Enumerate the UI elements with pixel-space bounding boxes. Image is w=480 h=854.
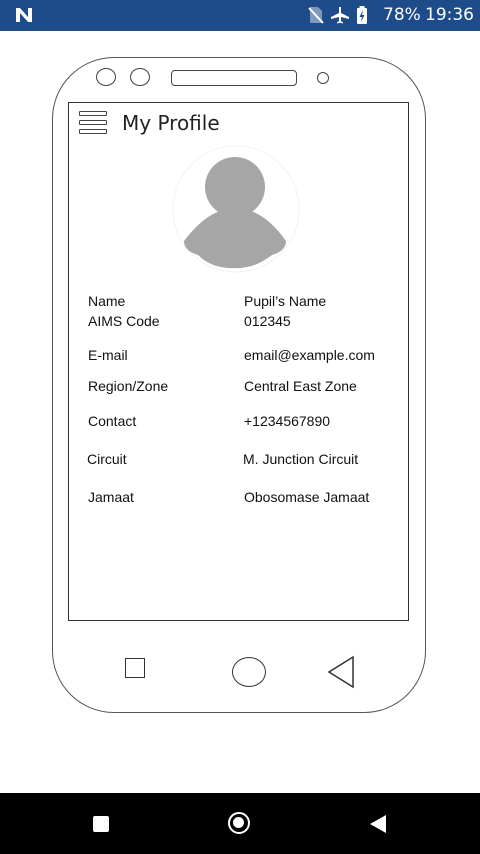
airplane-mode-icon xyxy=(331,7,349,24)
circuit-value: M. Junction Circuit xyxy=(243,451,359,467)
camera-icon xyxy=(130,68,150,86)
jamaat-label: Jamaat xyxy=(88,489,134,505)
email-value: email@example.com xyxy=(244,347,375,363)
aims-code-label: AIMS Code xyxy=(88,313,160,329)
system-navigation-bar xyxy=(0,793,480,854)
clock: 19:36 xyxy=(425,5,474,25)
mockup-home-icon xyxy=(232,657,266,687)
home-button-icon[interactable] xyxy=(228,812,250,834)
jamaat-value: Obosomase Jamaat xyxy=(244,489,370,505)
circuit-label: Circuit xyxy=(87,451,127,467)
sensor-icon xyxy=(317,72,329,84)
camera-icon xyxy=(96,68,116,86)
battery-percentage: 78% xyxy=(383,5,421,25)
n-logo-icon xyxy=(16,8,32,22)
name-value: Pupil’s Name xyxy=(244,293,327,309)
region-zone-label: Region/Zone xyxy=(88,378,169,394)
region-zone-value: Central East Zone xyxy=(244,378,357,394)
contact-value: +1234567890 xyxy=(244,413,331,429)
name-label: Name xyxy=(88,293,126,309)
back-button-icon[interactable] xyxy=(370,815,387,833)
mockup-recents-icon xyxy=(125,658,145,678)
no-sim-icon xyxy=(308,7,324,24)
user-avatar-icon[interactable] xyxy=(172,145,300,273)
mockup-back-icon xyxy=(327,655,354,689)
battery-icon xyxy=(357,6,367,24)
email-label: E-mail xyxy=(88,347,128,363)
page-title: My Profile xyxy=(122,111,220,135)
recents-button-icon[interactable] xyxy=(93,816,109,832)
contact-label: Contact xyxy=(88,413,137,429)
hamburger-menu-icon[interactable] xyxy=(79,111,107,134)
status-icons xyxy=(308,6,368,24)
speaker-grille xyxy=(171,70,297,86)
status-bar: 78% 19:36 xyxy=(0,0,480,31)
aims-code-value: 012345 xyxy=(244,313,291,329)
